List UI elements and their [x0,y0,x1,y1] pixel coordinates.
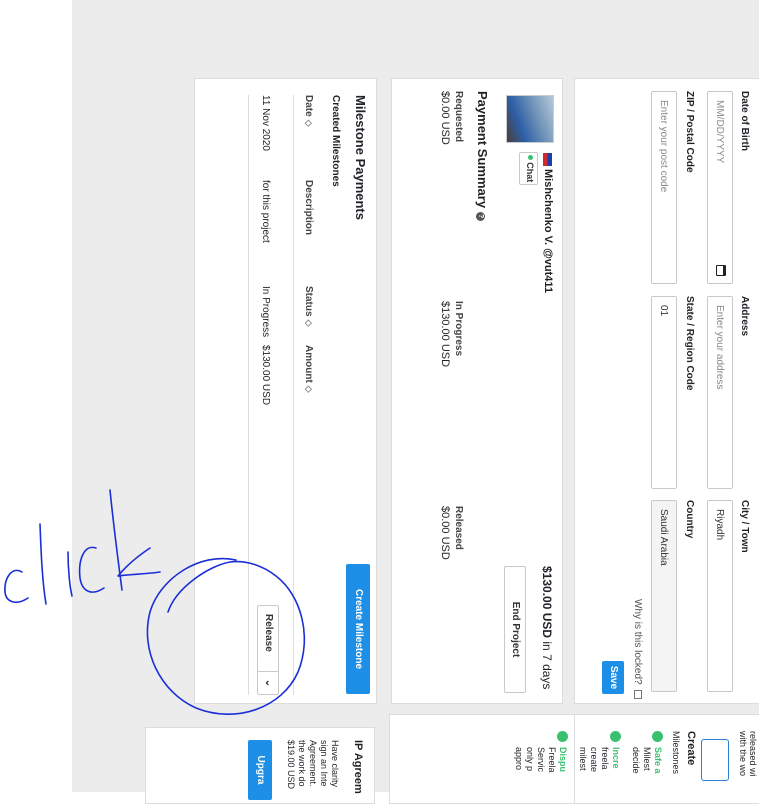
row-description: for this project [260,180,271,243]
annotation-letter-l [39,523,47,605]
row-amount: $130.00 USD [260,345,271,406]
sort-icon: ◇ [304,319,314,327]
ip-agreement-card: IP Agreem Have clarity sign an Inte Agre… [145,727,375,804]
save-button[interactable]: Save [602,661,624,694]
rotated-content: Date of Birth MM/DD/YYYY Address Enter y… [72,0,759,804]
disp-line-2: Servic [536,747,546,773]
project-amount: $130.00 USD in 7 days [540,566,554,689]
annotation-letter-c [4,569,29,604]
sort-icon: ◇ [304,119,314,127]
table-bottom-divider [248,95,249,695]
chat-button[interactable]: Chat [519,152,538,185]
ip-line-3: Agreement. [308,740,318,787]
incr-title: Incre [611,747,621,769]
requested-label: Requested [453,91,464,143]
country-input: Saudi Arabia [651,500,677,692]
ip-line-1: Have clarity [330,740,340,788]
ip-line-2: sign an Inte [319,740,329,787]
incr-line-1: freela [600,747,610,770]
project-due: in 7 days [540,641,554,690]
row-status: In Progress [260,286,271,338]
lock-icon [634,690,642,700]
disp-title: Dispu [558,747,568,773]
payment-summary-title: Payment Summary ? [475,91,490,221]
requested-value: $0.00 USD [439,91,451,145]
state-input[interactable]: 01 [651,296,677,489]
create-milestone-button[interactable]: Create Milestone [346,564,370,694]
released-label: Released [453,506,464,550]
check-icon [610,731,621,742]
check-icon [557,731,568,742]
address-input[interactable]: Enter your address [707,296,733,489]
incr-line-3: milest [578,747,588,771]
flag-icon [543,153,552,166]
zip-input[interactable]: Enter your post code [651,91,677,284]
in-progress-value: $130.00 USD [439,301,451,368]
avatar [506,95,554,143]
locked-link[interactable]: Why is this locked? [632,599,643,700]
dob-input[interactable]: MM/DD/YYYY [707,91,733,284]
info-top-text: released wi [748,731,758,777]
project-amount-value: $130.00 USD [540,566,554,639]
col-amount[interactable]: Amount◇ [303,345,314,393]
disp-line-1: Freela [547,747,557,773]
help-icon[interactable]: ? [476,211,485,221]
payment-summary-card: Mishchenko V. @vut411 Chat $130.00 USD i… [391,78,563,704]
state-label: State / Region Code [684,296,695,391]
info-top-text-2: with the wo [738,731,748,777]
ip-line-5: $19.00 USD [286,740,296,790]
online-dot [528,154,533,160]
sort-icon: ◇ [304,385,314,393]
disp-line-3: only p [525,747,535,772]
user-name[interactable]: Mishchenko V. @vut411 [542,169,554,293]
in-progress-label: In Progress [453,301,464,357]
release-button[interactable]: Release ⌄ [257,605,279,695]
milestone-payments-card: Milestone Payments Created Milestones Cr… [194,78,377,704]
safe-line-1: Milest [642,747,652,771]
col-date[interactable]: Date◇ [303,95,314,127]
dispute-info-card: Dispu Freela Servic only p appro [389,714,574,804]
safe-title: Safe a [653,747,663,774]
ip-line-4: the work do [297,740,307,787]
check-icon [652,731,663,742]
chat-label: Chat [525,162,535,183]
dob-placeholder: MM/DD/YYYY [714,100,725,164]
end-project-button[interactable]: End Project [504,566,526,693]
milestones-line: Milestones [671,731,681,775]
create-milestone-info-card: released wi with the wo Create Milestone… [574,714,759,804]
table-header-divider [293,95,294,695]
calendar-icon[interactable] [716,265,726,276]
upgrade-button[interactable]: Upgra [248,740,272,800]
dob-label: Date of Birth [739,91,750,151]
col-description: Description [303,180,314,236]
release-label: Release [263,614,274,652]
milestones-title: Milestone Payments [353,95,368,220]
chevron-down-icon: ⌄ [258,671,278,694]
incr-line-2: create [589,747,599,773]
released-value: $0.00 USD [439,506,451,560]
disp-line-4: appro [514,747,524,771]
city-input[interactable]: Riyadh [707,500,733,692]
safe-line-2: decide [631,747,641,774]
country-label: Country [684,500,695,539]
city-label: City / Town [739,500,750,553]
milestones-subtitle: Created Milestones [330,95,341,187]
zip-label: ZIP / Postal Code [684,91,695,173]
milestone-illustration-icon [701,739,729,781]
address-label: Address [739,296,750,337]
ip-title: IP Agreem [352,740,364,794]
row-date: 11 Nov 2020 [260,95,271,151]
create-title: Create [685,731,697,766]
col-status[interactable]: Status◇ [303,286,314,326]
personal-details-card: Date of Birth MM/DD/YYYY Address Enter y… [574,78,759,704]
